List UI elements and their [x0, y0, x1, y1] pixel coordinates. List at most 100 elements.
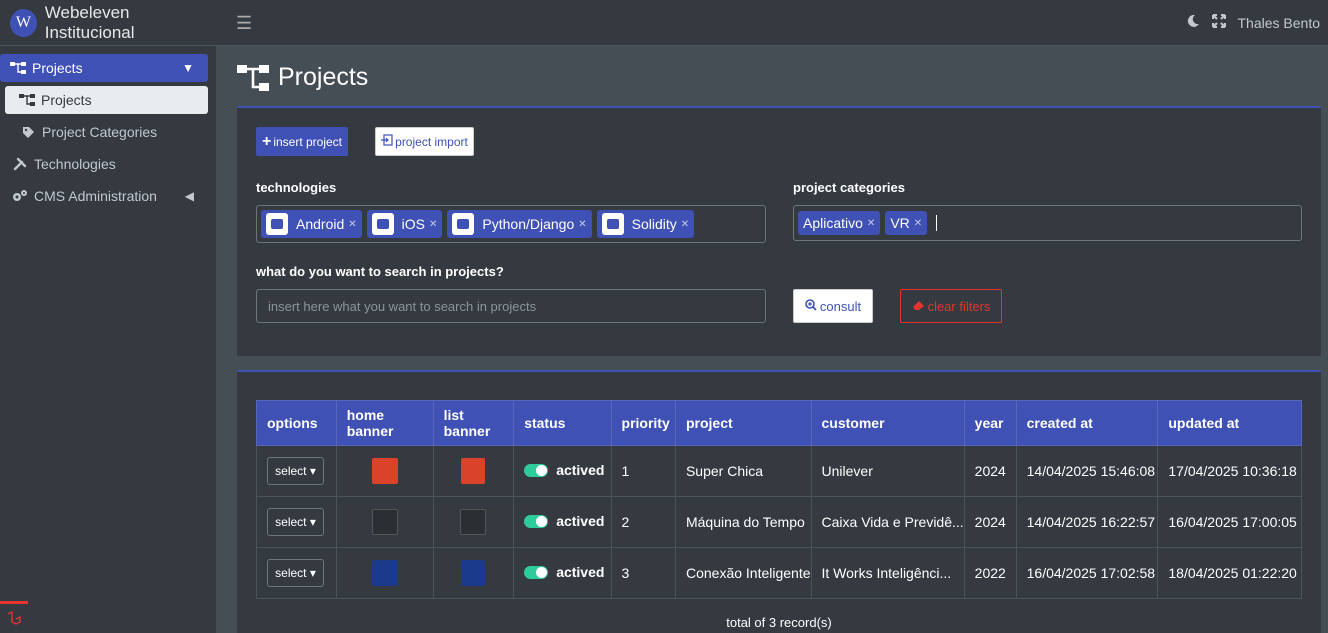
- sidebar-item-cms-administration[interactable]: CMS Administration ◀: [0, 182, 208, 210]
- column-header[interactable]: updated at: [1157, 400, 1302, 446]
- year-cell: 2024: [963, 445, 1017, 497]
- customer-cell: Unilever: [810, 445, 965, 497]
- column-header[interactable]: project: [674, 400, 812, 446]
- remove-tag-icon[interactable]: ✕: [429, 219, 437, 230]
- category-tag[interactable]: Aplicativo ✕: [798, 211, 881, 235]
- list-banner-image[interactable]: [461, 560, 486, 586]
- updated-at-cell: 17/04/2025 10:36:18: [1157, 445, 1302, 497]
- eraser-icon: [912, 299, 925, 314]
- cogs-icon: [12, 189, 28, 203]
- project-import-label: project import: [395, 134, 468, 149]
- filter-card: + insert project project import technolo…: [237, 106, 1321, 356]
- project-cell: Conexão Inteligente: [674, 547, 812, 599]
- column-header[interactable]: home banner: [335, 400, 434, 446]
- consult-label: consult: [819, 298, 862, 314]
- options-select-button[interactable]: select ▾: [267, 559, 324, 587]
- sidebar-item-label: CMS Administration: [34, 188, 157, 204]
- status-toggle[interactable]: actived: [524, 513, 604, 529]
- technology-tag[interactable]: Python/Django ✕: [447, 210, 592, 238]
- fullscreen-icon[interactable]: [1211, 14, 1226, 31]
- chevron-down-icon: ▼: [182, 61, 194, 75]
- home-banner-cell: [335, 496, 434, 548]
- topbar: ☰ Thales Bento: [216, 0, 1328, 46]
- remove-tag-icon[interactable]: ✕: [681, 219, 689, 230]
- plus-icon: +: [261, 132, 272, 150]
- sidebar-item-projects-group[interactable]: Projects ▼: [0, 54, 208, 82]
- toggle-switch[interactable]: [524, 514, 549, 528]
- topbar-right: Thales Bento: [1186, 14, 1321, 31]
- column-header[interactable]: status: [513, 400, 612, 446]
- technology-tag[interactable]: Solidity ✕: [596, 210, 695, 238]
- priority-cell: 2: [610, 496, 676, 548]
- technology-tag-label: Python/Django: [482, 216, 575, 232]
- options-select-button[interactable]: select ▾: [267, 457, 324, 485]
- options-cell: select ▾: [256, 496, 337, 548]
- project-categories-select[interactable]: Aplicativo ✕ VR ✕: [793, 205, 1302, 241]
- android-icon: [266, 213, 288, 235]
- clear-filters-label: clear filters: [927, 298, 991, 314]
- category-tag-label: VR: [890, 215, 910, 231]
- consult-button[interactable]: consult: [793, 289, 873, 323]
- options-select-label: select: [275, 566, 307, 580]
- search-label: what do you want to search in projects?: [256, 264, 504, 279]
- sidebar-item-label: Project Categories: [42, 124, 158, 140]
- technologies-select[interactable]: Android ✕ iOS ✕ Python/Django ✕ Solidity…: [256, 205, 766, 243]
- sidebar: W Webeleven Institucional Projects ▼ Pro…: [0, 0, 216, 633]
- remove-tag-icon[interactable]: ✕: [578, 219, 586, 230]
- clear-filters-button[interactable]: clear filters: [900, 289, 1002, 323]
- sidebar-nav: Projects ▼ Projects Project Categories T…: [0, 46, 216, 210]
- technology-tag-label: iOS: [401, 216, 425, 232]
- brand[interactable]: W Webeleven Institucional: [0, 0, 216, 46]
- remove-tag-icon[interactable]: ✕: [914, 218, 922, 229]
- list-banner-image[interactable]: [461, 458, 486, 484]
- column-header[interactable]: created at: [1015, 400, 1159, 446]
- toggle-switch[interactable]: [524, 463, 549, 477]
- customer-cell: It Works Inteligênci...: [810, 547, 965, 599]
- status-label: actived: [556, 564, 605, 581]
- remove-tag-icon[interactable]: ✕: [867, 218, 875, 229]
- column-header[interactable]: options: [256, 400, 337, 446]
- insert-project-label: insert project: [273, 134, 343, 149]
- column-header[interactable]: priority: [610, 400, 676, 446]
- remove-tag-icon[interactable]: ✕: [348, 219, 356, 230]
- insert-project-button[interactable]: + insert project: [256, 127, 348, 156]
- technology-tag[interactable]: Android ✕: [261, 210, 362, 238]
- menu-icon[interactable]: ☰: [236, 13, 252, 34]
- sitemap-icon: [10, 62, 26, 74]
- table-header-row: options home banner list banner status p…: [256, 400, 1302, 446]
- options-cell: select ▾: [256, 445, 337, 497]
- user-name[interactable]: Thales Bento: [1238, 15, 1321, 31]
- home-banner-cell: [335, 547, 434, 599]
- technology-tag-label: Android: [296, 216, 345, 232]
- status-toggle[interactable]: actived: [524, 564, 604, 580]
- technology-tag[interactable]: iOS ✕: [366, 210, 443, 238]
- apple-icon: [371, 213, 394, 235]
- project-cell: Super Chica: [674, 445, 812, 497]
- category-tag[interactable]: VR ✕: [885, 211, 928, 235]
- sidebar-item-project-categories[interactable]: Project Categories: [0, 118, 208, 146]
- sidebar-item-technologies[interactable]: Technologies: [0, 150, 208, 178]
- column-header[interactable]: customer: [810, 400, 965, 446]
- list-banner-cell: [432, 496, 515, 548]
- toggle-switch[interactable]: [524, 565, 549, 579]
- updated-at-cell: 18/04/2025 01:22:20: [1157, 547, 1302, 599]
- moon-icon[interactable]: [1186, 14, 1200, 31]
- python-icon: [452, 213, 475, 235]
- technology-tag-label: Solidity: [631, 216, 677, 232]
- status-toggle[interactable]: actived: [524, 462, 604, 478]
- home-banner-image[interactable]: [371, 458, 398, 484]
- search-input[interactable]: insert here what you want to search in p…: [256, 289, 766, 323]
- project-import-button[interactable]: project import: [375, 127, 474, 156]
- options-select-button[interactable]: select ▾: [267, 508, 324, 536]
- table-row: select ▾ actived 2 Máquina do Tempo Caix…: [256, 496, 1302, 548]
- column-header[interactable]: list banner: [432, 400, 515, 446]
- home-banner-image[interactable]: [371, 509, 398, 535]
- column-header[interactable]: year: [963, 400, 1017, 446]
- search-plus-icon: [805, 298, 817, 314]
- list-banner-image[interactable]: [460, 509, 487, 535]
- sidebar-item-projects[interactable]: Projects: [5, 86, 208, 114]
- sidebar-item-label: Technologies: [34, 156, 116, 172]
- home-banner-image[interactable]: [371, 560, 398, 586]
- list-banner-cell: [432, 445, 515, 497]
- laravel-icon[interactable]: [0, 601, 28, 633]
